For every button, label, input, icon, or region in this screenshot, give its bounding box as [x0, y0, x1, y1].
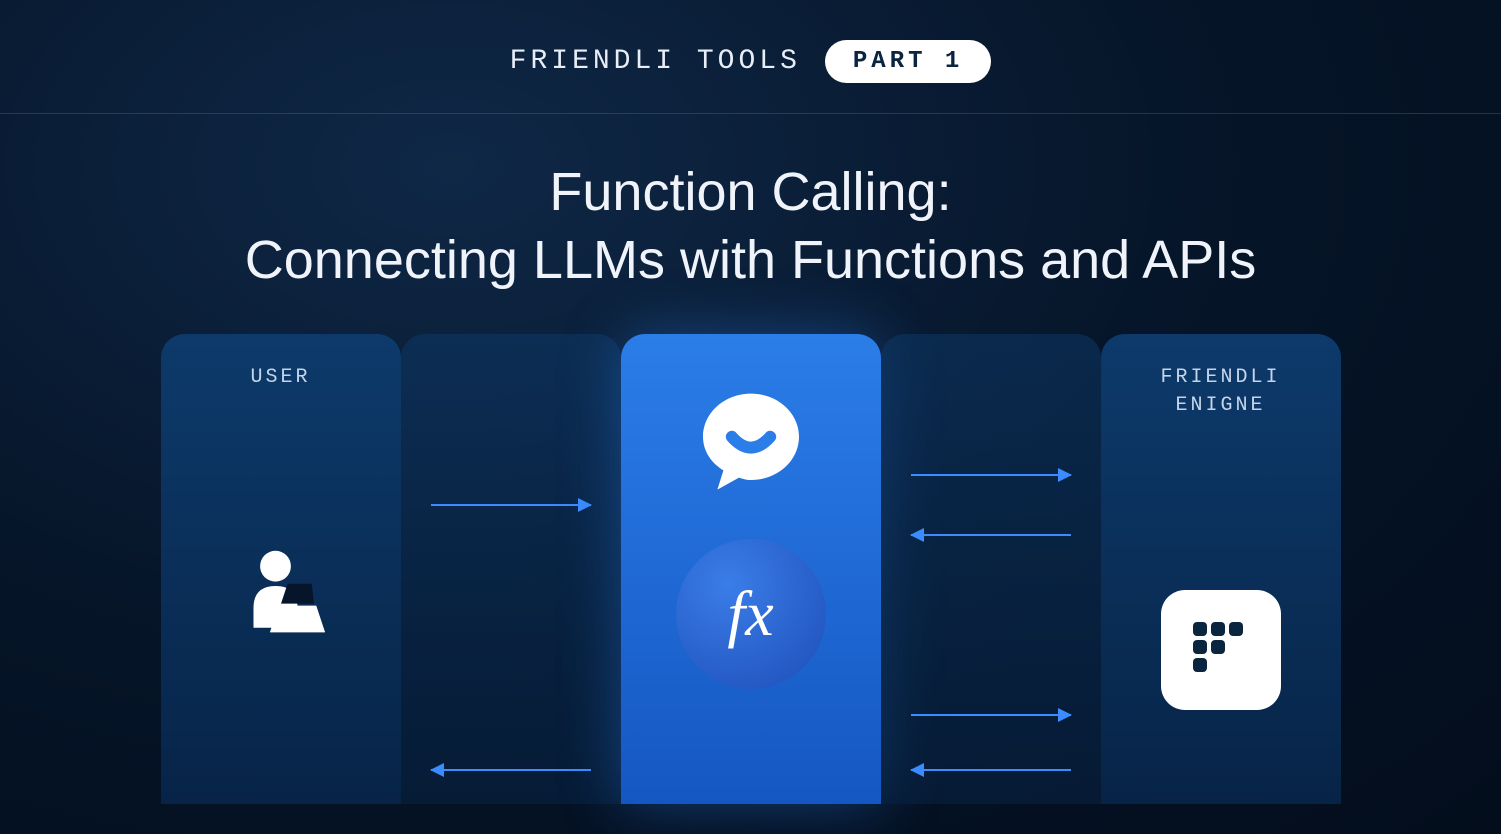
part-badge: PART 1 [825, 40, 991, 83]
arrow-fx-to-engine-icon [911, 714, 1071, 716]
arrow-engine-to-chat-icon [911, 534, 1071, 536]
chat-bubble-smile-icon [691, 384, 811, 509]
arrow-fx-to-user-icon [431, 769, 591, 771]
page-title: Function Calling: Connecting LLMs with F… [0, 114, 1501, 334]
connector-left-column [401, 334, 621, 804]
connector-right-column [881, 334, 1101, 804]
arrow-chat-to-engine-icon [911, 474, 1071, 476]
flow-diagram: USER fx [0, 334, 1501, 804]
engine-label: FRIENDLI ENIGNE [1160, 364, 1280, 420]
friendli-logo-icon [1161, 590, 1281, 710]
header-bar: FRIENDLI TOOLS PART 1 [0, 0, 1501, 114]
user-column: USER [161, 334, 401, 804]
arrow-engine-to-fx-icon [911, 769, 1071, 771]
user-label: USER [250, 364, 310, 392]
arrow-user-to-chat-icon [431, 504, 591, 506]
header-label: FRIENDLI TOOLS [510, 46, 801, 77]
function-fx-icon: fx [676, 539, 826, 689]
user-with-laptop-icon [226, 542, 336, 657]
engine-column: FRIENDLI ENIGNE [1101, 334, 1341, 804]
center-column: fx [621, 334, 881, 804]
